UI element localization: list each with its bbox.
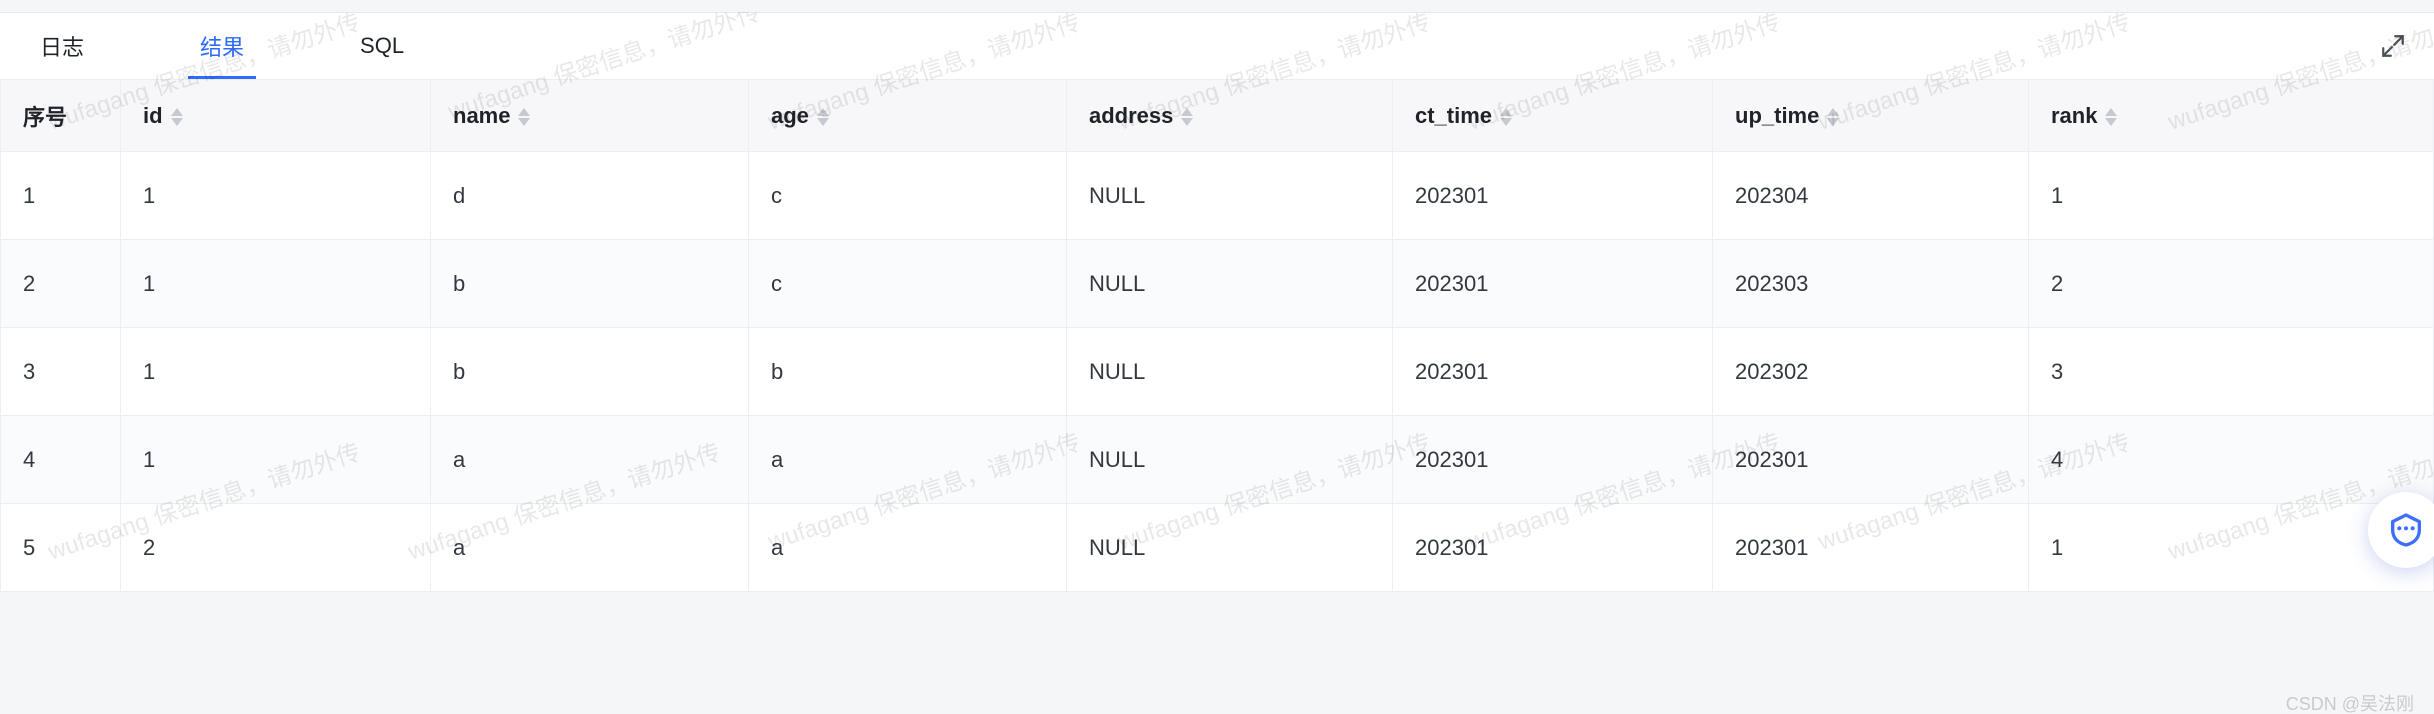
table-row[interactable]: 4 1 a a NULL 202301 202301 4 — [1, 416, 2434, 504]
cell-seq: 3 — [1, 328, 121, 416]
col-header-name[interactable]: name — [431, 80, 749, 152]
cell-seq: 5 — [1, 504, 121, 592]
cell-seq: 4 — [1, 416, 121, 504]
col-label: name — [453, 103, 510, 128]
tab-log[interactable]: 日志 — [28, 13, 96, 79]
cell-id: 1 — [121, 152, 431, 240]
cell-up-time: 202301 — [1713, 416, 2029, 504]
col-header-rank[interactable]: rank — [2029, 80, 2434, 152]
cell-name: b — [431, 240, 749, 328]
table-row[interactable]: 5 2 a a NULL 202301 202301 1 — [1, 504, 2434, 592]
cell-rank: 3 — [2029, 328, 2434, 416]
col-header-id[interactable]: id — [121, 80, 431, 152]
table-row[interactable]: 3 1 b b NULL 202301 202302 3 — [1, 328, 2434, 416]
cell-seq: 1 — [1, 152, 121, 240]
cell-id: 1 — [121, 240, 431, 328]
cell-seq: 2 — [1, 240, 121, 328]
cell-rank: 2 — [2029, 240, 2434, 328]
expand-icon[interactable] — [2380, 33, 2406, 59]
cell-age: c — [749, 152, 1067, 240]
assistant-bubble-icon[interactable] — [2368, 492, 2434, 568]
cell-address: NULL — [1067, 328, 1393, 416]
sort-icon[interactable] — [1827, 108, 1839, 126]
cell-ct-time: 202301 — [1393, 240, 1713, 328]
col-label: age — [771, 103, 809, 128]
sort-icon[interactable] — [171, 108, 183, 126]
cell-ct-time: 202301 — [1393, 152, 1713, 240]
col-label: ct_time — [1415, 103, 1492, 128]
cell-age: a — [749, 416, 1067, 504]
col-header-age[interactable]: age — [749, 80, 1067, 152]
cell-name: a — [431, 504, 749, 592]
tab-result[interactable]: 结果 — [188, 13, 256, 79]
table-row[interactable]: 2 1 b c NULL 202301 202303 2 — [1, 240, 2434, 328]
cell-id: 1 — [121, 416, 431, 504]
cell-rank: 1 — [2029, 152, 2434, 240]
sort-icon[interactable] — [1181, 108, 1193, 126]
cell-address: NULL — [1067, 240, 1393, 328]
col-label: 序号 — [23, 105, 67, 130]
cell-ct-time: 202301 — [1393, 416, 1713, 504]
table-row[interactable]: 1 1 d c NULL 202301 202304 1 — [1, 152, 2434, 240]
cell-ct-time: 202301 — [1393, 504, 1713, 592]
col-header-ct-time[interactable]: ct_time — [1393, 80, 1713, 152]
cell-ct-time: 202301 — [1393, 328, 1713, 416]
cell-name: a — [431, 416, 749, 504]
results-panel: 日志 结果 SQL 序号 id name age address ct_time… — [0, 12, 2434, 592]
cell-address: NULL — [1067, 416, 1393, 504]
tabs-bar: 日志 结果 SQL — [0, 13, 2434, 79]
cell-up-time: 202304 — [1713, 152, 2029, 240]
cell-up-time: 202303 — [1713, 240, 2029, 328]
cell-age: a — [749, 504, 1067, 592]
sort-icon[interactable] — [518, 108, 530, 126]
cell-age: b — [749, 328, 1067, 416]
cell-up-time: 202302 — [1713, 328, 2029, 416]
cell-up-time: 202301 — [1713, 504, 2029, 592]
col-label: up_time — [1735, 103, 1819, 128]
sort-icon[interactable] — [1500, 108, 1512, 126]
cell-name: b — [431, 328, 749, 416]
table-header-row: 序号 id name age address ct_time up_time r… — [1, 80, 2434, 152]
sort-icon[interactable] — [2105, 108, 2117, 126]
col-label: id — [143, 103, 163, 128]
col-label: address — [1089, 103, 1173, 128]
footer-credit: CSDN @吴法刚 — [2286, 690, 2414, 714]
cell-rank: 4 — [2029, 416, 2434, 504]
col-header-up-time[interactable]: up_time — [1713, 80, 2029, 152]
col-header-seq[interactable]: 序号 — [1, 80, 121, 152]
cell-address: NULL — [1067, 504, 1393, 592]
tab-sql[interactable]: SQL — [348, 13, 416, 79]
col-label: rank — [2051, 103, 2097, 128]
cell-id: 1 — [121, 328, 431, 416]
cell-id: 2 — [121, 504, 431, 592]
cell-age: c — [749, 240, 1067, 328]
cell-name: d — [431, 152, 749, 240]
cell-address: NULL — [1067, 152, 1393, 240]
results-table: 序号 id name age address ct_time up_time r… — [0, 79, 2434, 592]
col-header-address[interactable]: address — [1067, 80, 1393, 152]
sort-icon[interactable] — [817, 108, 829, 126]
